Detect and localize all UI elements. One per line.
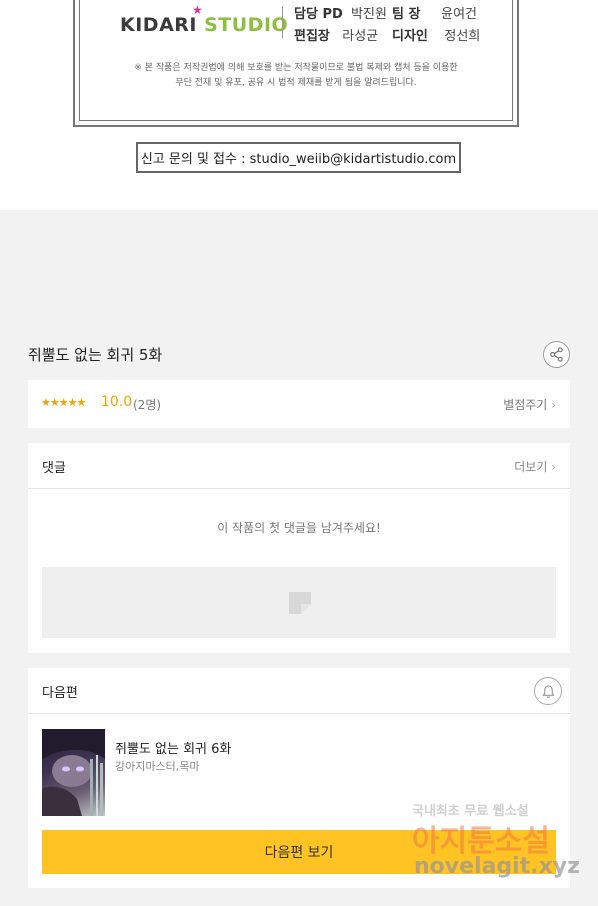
share-button[interactable] xyxy=(543,341,570,368)
comments-more-link[interactable]: 더보기 › xyxy=(514,458,556,475)
episode-title: 쥐뿔도 없는 회귀 5화 xyxy=(28,346,163,364)
chevron-right-icon: › xyxy=(551,460,556,474)
rating-card: ★★★★★ 10.0 (2명) 별점주기 › xyxy=(28,380,570,428)
staff-row: 팀 장 윤여건 xyxy=(392,7,478,22)
staff-column-1: 담당 PD 박진원 편집장 라성균 xyxy=(294,4,387,48)
bell-icon xyxy=(541,684,555,698)
rate-button[interactable]: 별점주기 › xyxy=(503,396,556,413)
staff-row: 편집장 라성균 xyxy=(294,29,379,44)
report-contact: 신고 문의 및 접수 : studio_weiib@kidartistudio.… xyxy=(136,142,461,173)
share-icon xyxy=(550,347,563,362)
comment-header-title: 댓글 xyxy=(42,461,66,476)
staff-row: 담당 PD 박진원 xyxy=(294,7,387,22)
staff-column-2: 팀 장 윤여건 디자인 정선희 xyxy=(392,4,480,48)
next-episode-header: 다음편 xyxy=(28,668,570,714)
comment-card: 댓글 더보기 › 이 작품의 첫 댓글을 남겨주세요! xyxy=(28,443,570,653)
chevron-right-icon: › xyxy=(551,398,556,412)
logo-text: KIDARI STUDIO xyxy=(120,14,289,36)
next-episode-thumbnail[interactable] xyxy=(42,729,105,816)
rating-count: (2명) xyxy=(133,398,162,412)
rating-score: 10.0 xyxy=(101,394,133,410)
image-placeholder-icon xyxy=(289,592,311,614)
rating-stars: ★★★★★ xyxy=(41,396,86,409)
kidari-studio-logo: ★ KIDARI STUDIO xyxy=(120,3,288,42)
comment-header: 댓글 더보기 › xyxy=(28,443,570,489)
next-episode-button[interactable]: 다음편 보기 xyxy=(42,830,556,874)
notify-button[interactable] xyxy=(534,677,562,705)
next-episode-author: 강아지마스터,목마 xyxy=(115,760,200,773)
credit-inner: ★ KIDARI STUDIO 담당 PD 박진원 편집장 라성균 팀 장 윤여… xyxy=(79,0,513,121)
copyright-notice: ※ 본 작품은 저작권법에 의해 보호를 받는 저작물이므로 불법 복제와 캡처… xyxy=(134,63,458,88)
staff-row: 디자인 정선희 xyxy=(392,29,481,44)
next-episode-header-title: 다음편 xyxy=(42,686,78,701)
credits-area: ★ KIDARI STUDIO 담당 PD 박진원 편집장 라성균 팀 장 윤여… xyxy=(0,0,598,210)
comment-input[interactable] xyxy=(42,567,556,638)
next-episode-title[interactable]: 쥐뿔도 없는 회귀 6화 xyxy=(115,738,231,757)
logo-divider xyxy=(282,6,283,38)
next-episode-card: 다음편 쥐뿔도 없는 회귀 6화 강아지마스터,목마 다음편 보기 xyxy=(28,668,570,888)
empty-comments-message: 이 작품의 첫 댓글을 남겨주세요! xyxy=(217,521,381,535)
credit-box: ★ KIDARI STUDIO 담당 PD 박진원 편집장 라성균 팀 장 윤여… xyxy=(73,0,519,127)
thumbnail-art xyxy=(42,729,105,816)
